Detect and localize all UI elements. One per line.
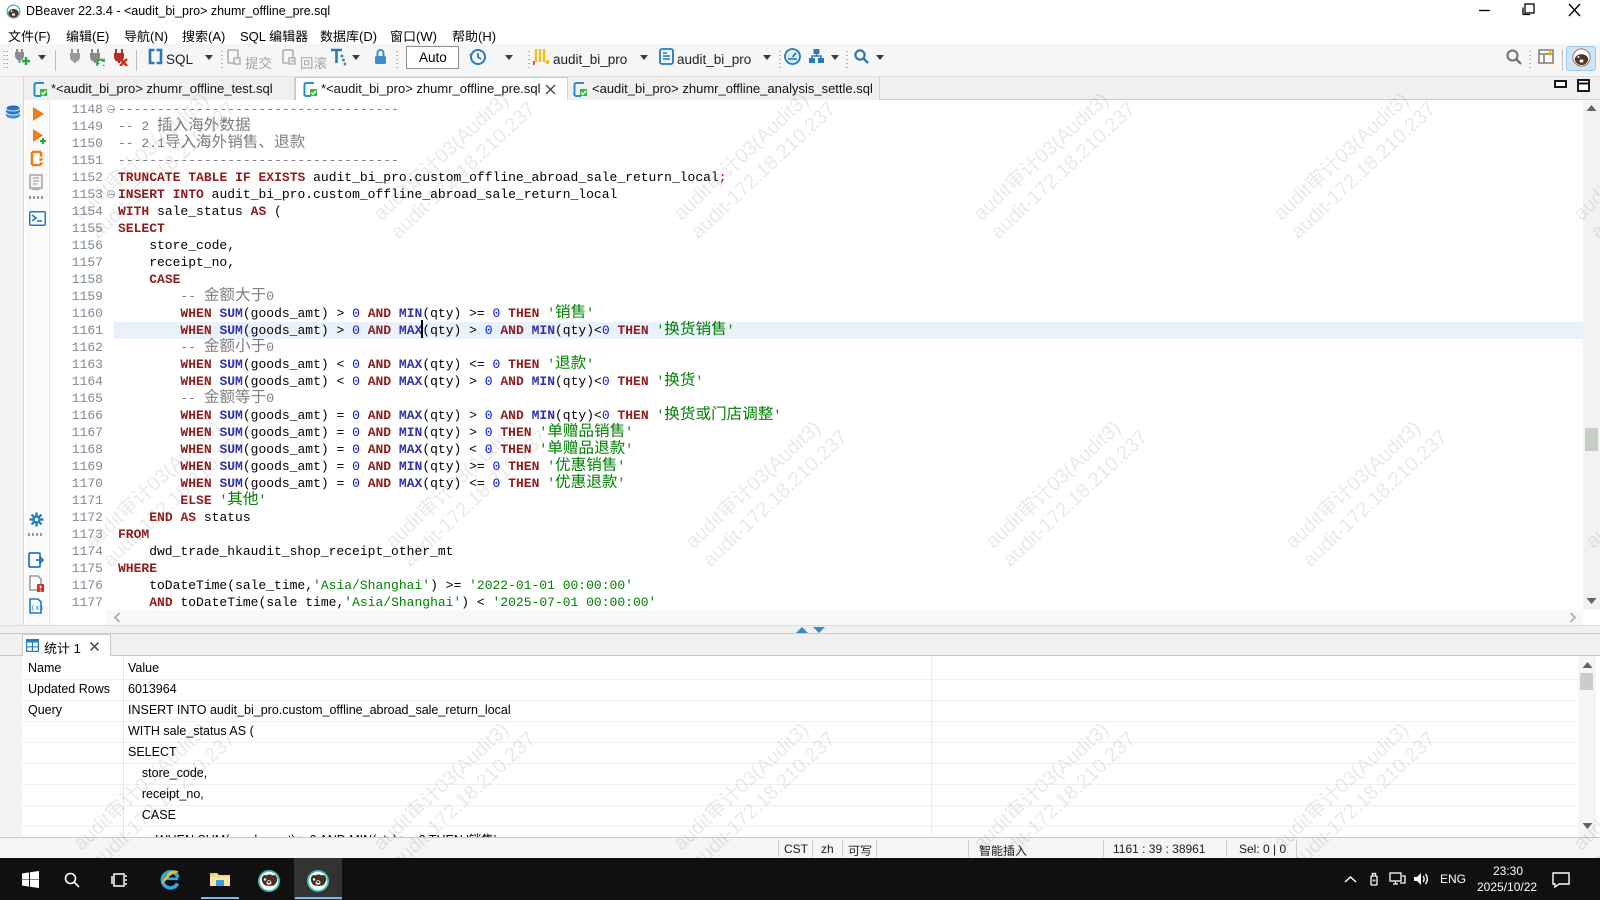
svg-text:(x): (x): [31, 605, 44, 613]
